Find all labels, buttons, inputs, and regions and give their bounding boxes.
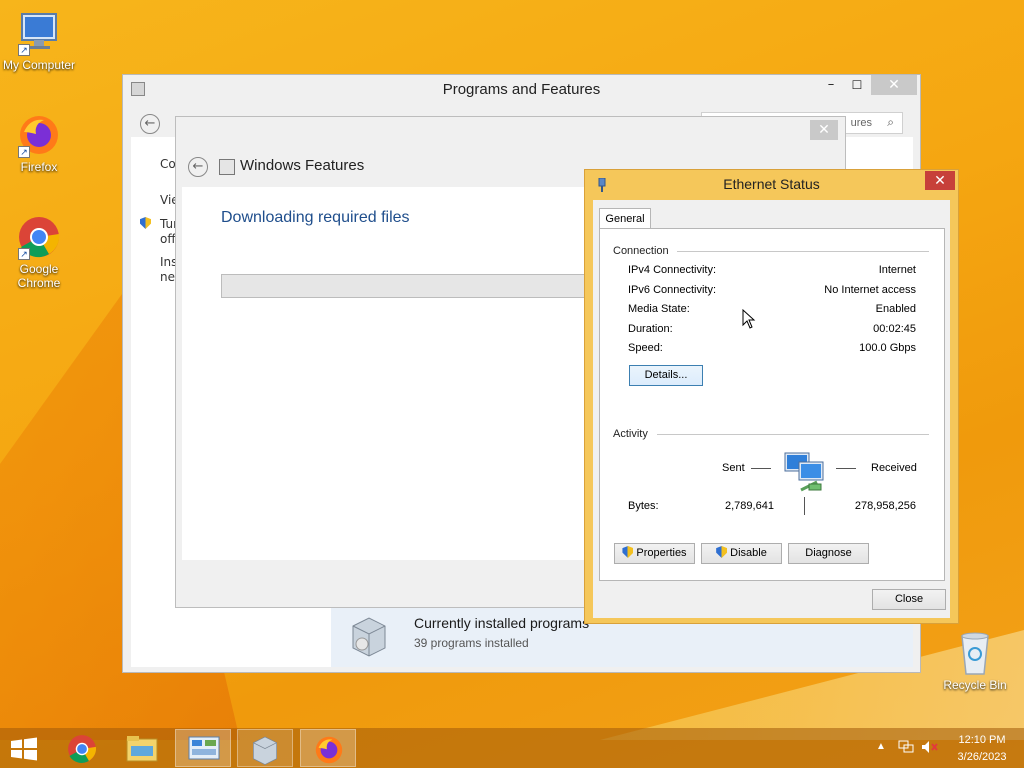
desktop-icon-label: Recycle Bin [943, 678, 1007, 692]
media-state-value: Enabled [875, 303, 916, 315]
chrome-icon [68, 735, 97, 763]
ipv6-label: IPv6 Connectivity: [628, 284, 717, 296]
tab-panel [599, 228, 945, 581]
duration-label: Duration: [628, 323, 673, 335]
desktop-icon-chrome[interactable]: ↗ Google Chrome [0, 214, 81, 290]
group-divider [657, 434, 929, 435]
window-title: Programs and Features [442, 81, 601, 98]
uac-shield-icon [716, 546, 728, 558]
chrome-icon: ↗ [16, 214, 62, 260]
desktop-icon-my-computer[interactable]: ↗ My Computer [0, 10, 81, 72]
properties-button-label: Properties [636, 547, 687, 559]
uac-shield-icon [622, 546, 634, 558]
maximize-button[interactable]: ☐ [843, 75, 871, 95]
firefox-icon [315, 736, 343, 764]
ipv6-value: No Internet access [824, 284, 916, 296]
close-dialog-button[interactable]: Close [872, 589, 946, 610]
properties-button[interactable]: Properties [614, 543, 695, 564]
disable-button[interactable]: Disable [701, 543, 782, 564]
taskbar-installer-button[interactable] [237, 729, 293, 767]
firefox-icon: ↗ [16, 112, 62, 158]
clock-date[interactable]: 3/26/2023 [950, 751, 1014, 763]
window-title: Windows Features [240, 157, 365, 174]
windows-features-icon [219, 159, 235, 175]
tab-general[interactable]: General [599, 208, 651, 229]
ipv4-label: IPv4 Connectivity: [628, 264, 717, 276]
media-state-label: Media State: [628, 303, 690, 315]
control-panel-icon [188, 736, 220, 760]
installer-box-icon [349, 614, 389, 658]
diagnose-button[interactable]: Diagnose [788, 543, 869, 564]
taskbar-chrome-button[interactable] [54, 729, 110, 767]
details-button[interactable]: Details... [629, 365, 703, 386]
folder-icon [126, 736, 158, 762]
installed-programs-title: Currently installed programs [414, 615, 590, 631]
taskbar-file-explorer-button[interactable] [114, 729, 170, 767]
speed-value: 100.0 Gbps [859, 342, 916, 354]
disable-button-label: Disable [730, 547, 767, 559]
sidebar-link[interactable]: Co [160, 157, 176, 171]
clock-time[interactable]: 12:10 PM [950, 734, 1014, 746]
bytes-received-value: 278,958,256 [854, 500, 916, 512]
taskbar-firefox-button[interactable] [300, 729, 356, 767]
ipv4-value: Internet [878, 264, 916, 276]
sent-label: Sent [722, 462, 745, 474]
taskbar-control-panel-button[interactable] [175, 729, 231, 767]
network-tray-icon[interactable] [898, 740, 914, 754]
bytes-label: Bytes: [628, 500, 659, 512]
desktop-icon-label: My Computer [2, 58, 76, 72]
recycle-bin-icon [952, 630, 998, 676]
volume-muted-icon[interactable] [921, 740, 939, 754]
installed-programs-count: 39 programs installed [414, 636, 529, 650]
connection-group-label: Connection [613, 245, 669, 257]
minimize-button[interactable]: – [817, 75, 845, 95]
close-button[interactable]: ✕ [925, 171, 955, 190]
bytes-sent-value: 2,789,641 [725, 500, 774, 512]
back-arrow-icon[interactable]: ← [140, 114, 160, 134]
shortcut-arrow-icon: ↗ [18, 248, 30, 260]
desktop-icon-label: Google Chrome [17, 262, 61, 290]
sent-line [751, 468, 771, 469]
search-icon: ⌕ [887, 115, 894, 129]
title-bar: Programs and Features – ☐ ✕ [123, 75, 920, 105]
network-activity-icon [783, 450, 829, 496]
back-arrow-icon[interactable]: ← [188, 157, 208, 177]
shortcut-arrow-icon: ↗ [18, 146, 30, 158]
desktop-icon-firefox[interactable]: ↗ Firefox [0, 112, 81, 174]
ethernet-status-dialog: Ethernet Status ✕ General Connection IPv… [584, 169, 959, 624]
sidebar-link: off [160, 232, 176, 246]
search-placeholder: ures [850, 117, 872, 129]
desktop-icon-label: Firefox [20, 160, 58, 174]
speed-label: Speed: [628, 342, 663, 354]
bytes-divider [804, 497, 805, 515]
received-line [836, 468, 856, 469]
desktop-icon-recycle-bin[interactable]: Recycle Bin [933, 630, 1017, 692]
progress-heading: Downloading required files [221, 209, 410, 226]
uac-shield-icon [140, 217, 151, 229]
shortcut-arrow-icon: ↗ [18, 44, 30, 56]
activity-group-label: Activity [613, 428, 648, 440]
start-button[interactable] [10, 737, 38, 761]
computer-icon: ↗ [16, 10, 62, 56]
mouse-cursor-icon [742, 308, 756, 329]
close-button[interactable]: ✕ [871, 75, 917, 95]
dialog-title: Ethernet Status [723, 176, 820, 192]
installer-box-icon [253, 736, 277, 765]
duration-value: 00:02:45 [873, 323, 916, 335]
received-label: Received [871, 462, 917, 474]
show-hidden-icons-button[interactable]: ▲ [876, 741, 886, 752]
close-button[interactable]: ✕ [810, 120, 838, 140]
group-divider [677, 251, 929, 252]
